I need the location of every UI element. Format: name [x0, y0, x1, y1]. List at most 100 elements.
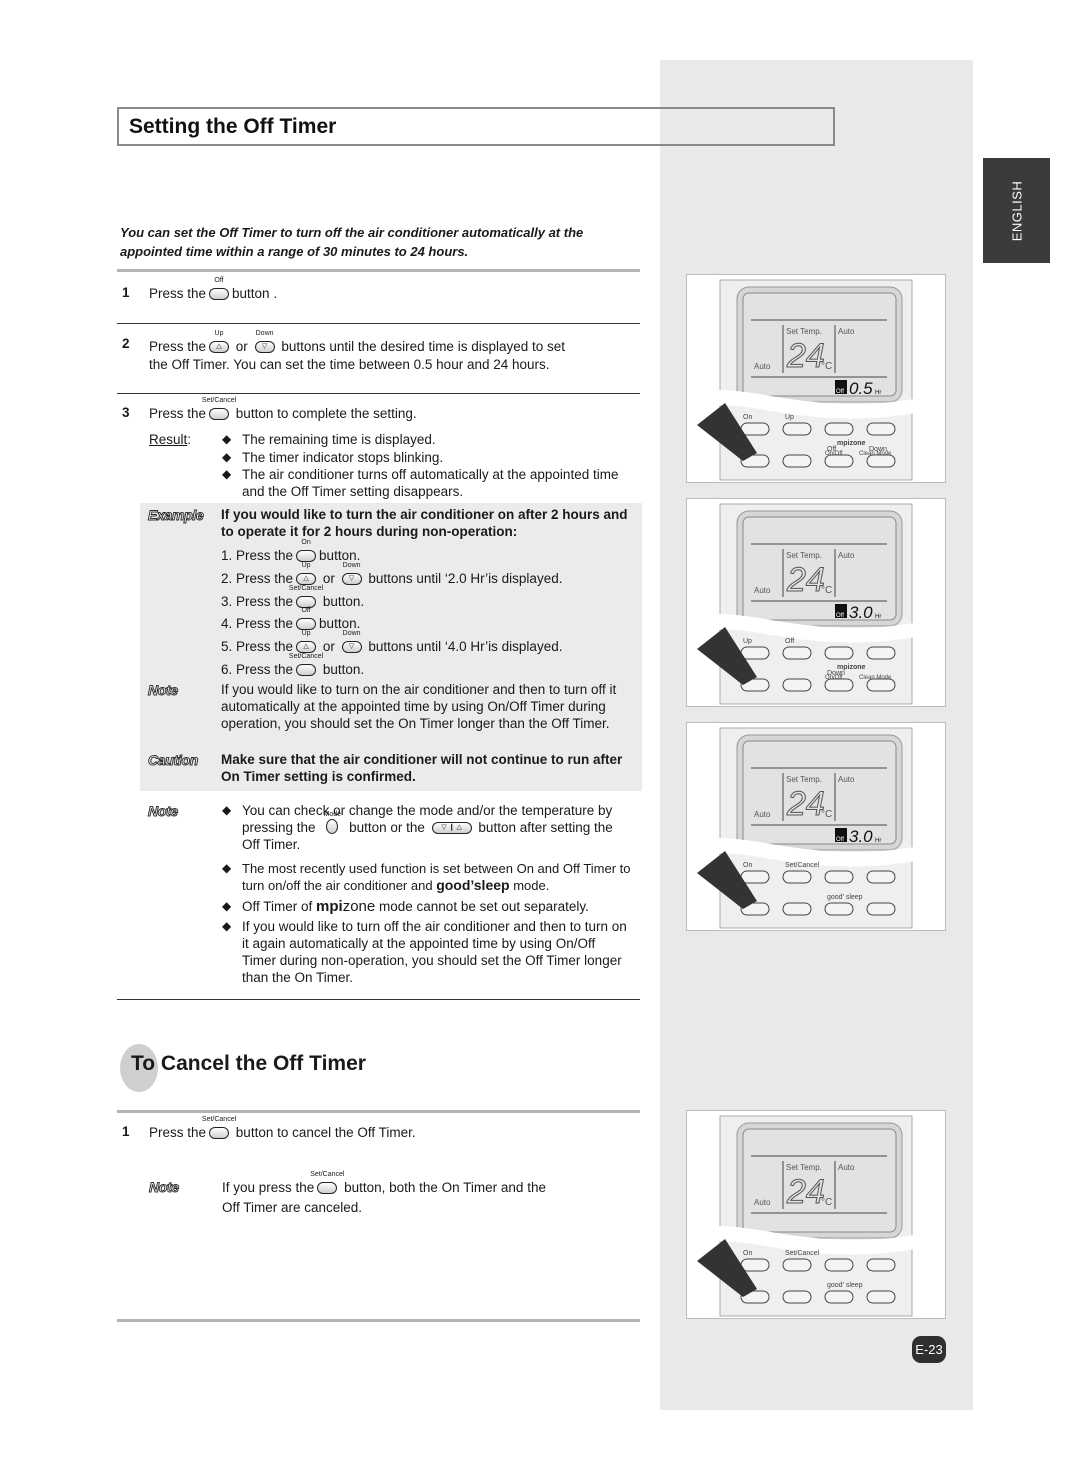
remote-button-label: Up: [785, 414, 794, 421]
caution-tag: Caution: [147, 752, 199, 769]
timer-off-label: Off: [836, 389, 844, 395]
remote-button: [782, 870, 812, 884]
remote-button: [866, 646, 896, 660]
good-sleep-logo: good’sleep: [436, 877, 510, 893]
result-item: The air conditioner turns off automatica…: [222, 466, 627, 500]
off-button-icon: Off: [207, 277, 231, 300]
cancel-step-text: Press the Set/Cancel button to cancel the…: [149, 1116, 416, 1140]
mpizone-label: mpizone: [837, 664, 865, 671]
set-temp-label: Set Temp.: [786, 775, 822, 784]
example-step: 5. Press the Up △ or Down ▽ buttons until ‘…: [221, 630, 563, 655]
remote-button: [740, 422, 770, 436]
remote-button: [824, 646, 854, 660]
note-tag: Note: [148, 682, 179, 699]
remote-button: [740, 1258, 770, 1272]
section-title: To Cancel the Off Timer: [131, 1052, 366, 1075]
example-step: 2. Press the Up △ or Down ▽ buttons until ‘…: [221, 561, 563, 586]
temperature-unit: °C: [821, 1197, 832, 1208]
down-button-icon: Down ▽: [253, 330, 277, 353]
timer-off-label: Off: [836, 837, 844, 843]
result-item: The remaining time is displayed.: [222, 431, 436, 448]
step-number: 1: [122, 1124, 130, 1139]
set-cancel-button-icon: Set/Cancel: [289, 653, 323, 676]
divider: [117, 393, 640, 394]
set-cancel-button-icon: Set/Cancel: [310, 1171, 344, 1194]
example-steps: 1. Press the On button. 2. Press the Up △ or…: [221, 539, 563, 682]
remote-button: [866, 870, 896, 884]
remote-button-label: On/Off: [825, 675, 843, 681]
temperature-display: 24: [786, 561, 825, 599]
remote-button-label: On: [743, 1250, 752, 1257]
remote-button: [782, 1258, 812, 1272]
remote-button-label: Clean Mode: [859, 451, 892, 457]
fan-label: Auto: [838, 775, 855, 784]
remote-button-label: On: [743, 414, 752, 421]
timer-off-label: Off: [836, 613, 844, 619]
mode-label: Auto: [754, 810, 771, 819]
example-step: 1. Press the On button.: [221, 539, 361, 563]
set-temp-label: Set Temp.: [786, 327, 822, 336]
timer-unit: Hr: [875, 838, 881, 844]
on-button-icon: On: [294, 539, 318, 562]
remote-button: [866, 422, 896, 436]
example-step: 6. Press the Set/Cancel button.: [221, 652, 365, 677]
remote-button-label: Up: [743, 638, 752, 645]
timer-unit: Hr: [875, 614, 881, 620]
temperature-display: 24: [786, 1173, 825, 1211]
page-title: Setting the Off Timer: [129, 115, 337, 138]
step-number: 2: [122, 336, 130, 351]
note-item: The most recently used function is set b…: [222, 860, 637, 894]
remote-button-label: Off: [785, 638, 794, 645]
intro-text: You can set the Off Timer to turn off th…: [120, 225, 584, 259]
remote-button-label: Set/Cancel: [785, 862, 820, 869]
remote-button: [824, 1290, 854, 1304]
example-tag: Example: [148, 507, 205, 524]
set-cancel-button-icon: Set/Cancel: [202, 397, 236, 420]
remote-illustration: Set Temp. Auto Auto 24 °C Off 3.0 Hr On Set/Cance…: [686, 722, 946, 931]
mode-label: Auto: [754, 362, 771, 371]
step-1-text: Press the Off button .: [149, 277, 278, 301]
mpizone-logo: mpizone: [316, 898, 376, 915]
timer-value: 3.0: [849, 827, 873, 846]
page-number: E-23: [912, 1336, 946, 1363]
remote-button: [782, 454, 812, 468]
remote-button: [824, 870, 854, 884]
temperature-unit: °C: [821, 585, 832, 596]
note-item: If you would like to turn off the air co…: [222, 918, 632, 986]
fan-label: Auto: [838, 327, 855, 336]
remote-button: [824, 902, 854, 916]
divider: [117, 999, 640, 1000]
caution-text: Make sure that the air conditioner will …: [221, 752, 623, 784]
note-item: You can check or change the mode and/or …: [222, 802, 632, 853]
remote-button: [824, 422, 854, 436]
divider: [117, 1110, 640, 1113]
timer-value: 0.5: [849, 379, 873, 398]
set-cancel-button-icon: Set/Cancel: [289, 585, 323, 608]
note-tag: Note: [148, 803, 179, 820]
mpizone-label: mpizone: [837, 440, 865, 447]
remote-button-label: On: [743, 862, 752, 869]
mode-button-icon: Mode: [320, 811, 344, 834]
divider: [117, 323, 640, 324]
up-button-icon: Up △: [294, 630, 318, 654]
example-step: 3. Press the Set/Cancel button.: [221, 584, 365, 609]
remote-button: [782, 902, 812, 916]
remote-illustration: Set Temp. Auto Auto 24 °C Off 3.0 Hr Up Off Down mp…: [686, 498, 946, 707]
timer-value: 3.0: [849, 603, 873, 622]
temperature-unit: °C: [821, 361, 832, 372]
divider: [117, 1319, 640, 1322]
remote-button: [782, 646, 812, 660]
fan-label: Auto: [838, 1163, 855, 1172]
remote-button-label: Set/Cancel: [785, 1250, 820, 1257]
mode-label: Auto: [754, 586, 771, 595]
remote-illustration: Set Temp. Auto Auto 24 °C On Set/Cancel good’ s…: [686, 1110, 946, 1319]
remote-button: [782, 422, 812, 436]
remote-button-label: On/Off: [825, 451, 843, 457]
remote-button: [824, 1258, 854, 1272]
remote-button: [740, 870, 770, 884]
set-temp-label: Set Temp.: [786, 1163, 822, 1172]
remote-button: [740, 646, 770, 660]
temperature-display: 24: [786, 337, 825, 375]
step-number: 3: [122, 405, 130, 420]
manual-page: ENGLISH Setting the Off Timer You can se…: [0, 0, 1080, 1466]
